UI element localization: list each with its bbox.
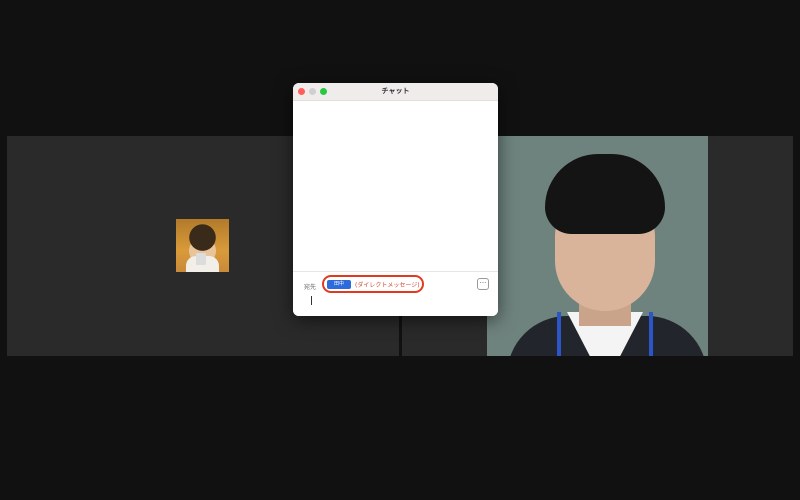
video-hair <box>545 154 665 234</box>
chat-title: チャット <box>381 87 410 95</box>
chat-window: チャット 宛先 田中 (ダイレクトメッセージ) ··· <box>293 83 498 316</box>
chat-message-area[interactable] <box>293 101 498 269</box>
recipient-chip[interactable]: 田中 <box>327 280 351 289</box>
participant-avatar <box>176 219 229 272</box>
direct-message-note: (ダイレクトメッセージ) <box>355 282 420 289</box>
recipient-selector[interactable]: 田中 (ダイレクトメッセージ) <box>322 275 424 293</box>
chat-composer: 宛先 田中 (ダイレクトメッセージ) ··· <box>293 271 498 316</box>
participant-video-feed <box>487 136 708 356</box>
to-label: 宛先 <box>304 284 317 291</box>
more-options-button[interactable]: ··· <box>477 278 489 290</box>
chat-titlebar[interactable]: チャット <box>293 83 498 101</box>
chat-message-input[interactable] <box>307 294 487 312</box>
meeting-stage: チャット 宛先 田中 (ダイレクトメッセージ) ··· <box>0 0 800 500</box>
text-caret <box>311 296 312 305</box>
avatar-cup <box>196 253 206 265</box>
